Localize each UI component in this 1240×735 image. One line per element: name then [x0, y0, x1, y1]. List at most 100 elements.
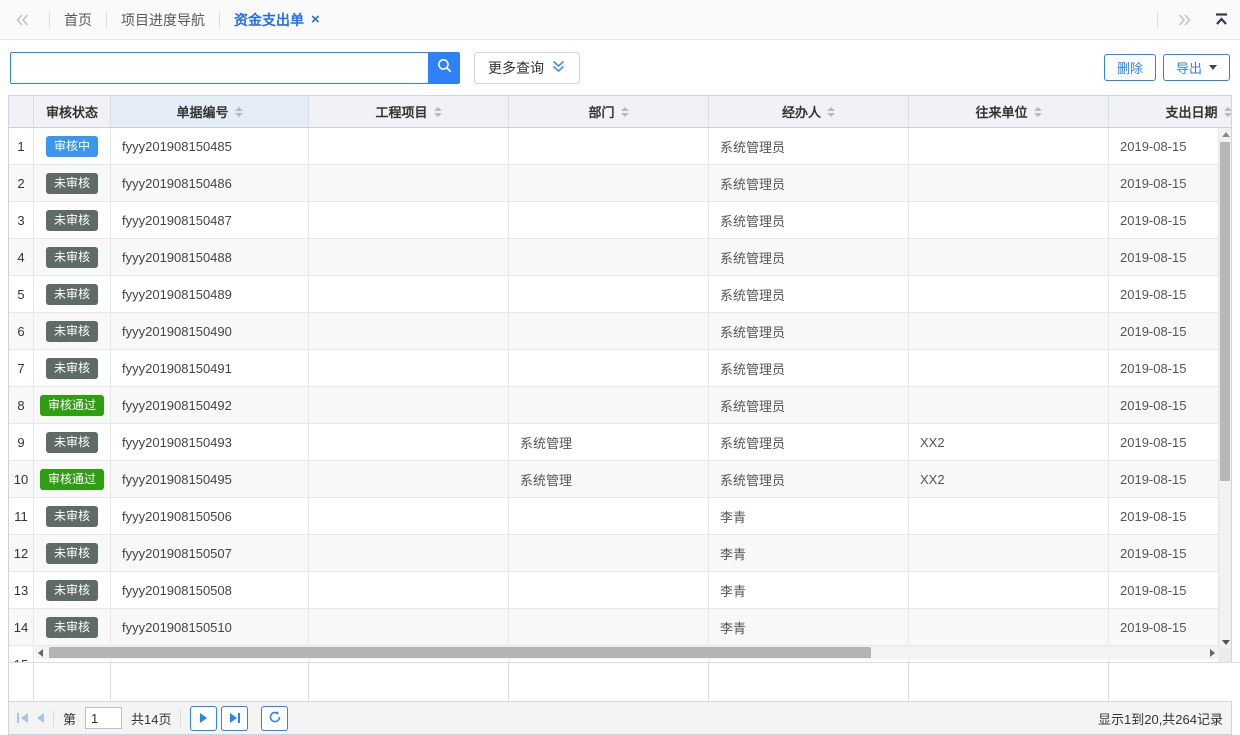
cell-handler: 系统管理员 — [709, 387, 909, 423]
cell-unit — [909, 609, 1109, 645]
table-row[interactable]: 11未审核fyyy201908150506李青2019-08-15 — [9, 498, 1231, 535]
cell-num: 12 — [9, 535, 34, 571]
column-header-unit[interactable]: 往来单位 — [909, 96, 1109, 127]
cell-project — [309, 498, 509, 534]
table-row[interactable]: 6未审核fyyy201908150490系统管理员2019-08-15 — [9, 313, 1231, 350]
footer-cell-unit — [909, 663, 1109, 701]
horizontal-scrollbar[interactable] — [35, 646, 1218, 659]
cell-doc_no: fyyy201908150486 — [111, 165, 309, 201]
vertical-scroll-thumb[interactable] — [1220, 142, 1230, 481]
last-page-button[interactable] — [221, 706, 248, 731]
cell-num: 10 — [9, 461, 34, 497]
status-badge: 未审核 — [46, 580, 98, 601]
table-row[interactable]: 2未审核fyyy201908150486系统管理员2019-08-15 — [9, 165, 1231, 202]
export-button[interactable]: 导出 — [1163, 54, 1230, 81]
table-row[interactable]: 13未审核fyyy201908150508李青2019-08-15 — [9, 572, 1231, 609]
cell-date: 2019-08-15 — [1109, 498, 1231, 534]
status-badge: 未审核 — [46, 247, 98, 268]
table-row[interactable]: 14未审核fyyy201908150510李青2019-08-15 — [9, 609, 1231, 646]
cell-handler: 系统管理员 — [709, 128, 909, 164]
tab-bar: 首页 项目进度导航 资金支出单 × — [0, 0, 1240, 40]
table-row[interactable]: 5未审核fyyy201908150489系统管理员2019-08-15 — [9, 276, 1231, 313]
cell-status: 未审核 — [34, 572, 111, 608]
cell-num: 3 — [9, 202, 34, 238]
cell-project — [309, 387, 509, 423]
status-badge: 未审核 — [46, 358, 98, 379]
table-row[interactable]: 12未审核fyyy201908150507李青2019-08-15 — [9, 535, 1231, 572]
tabs-scroll-left-icon[interactable] — [10, 12, 35, 28]
cell-handler: 系统管理员 — [709, 313, 909, 349]
tab-home[interactable]: 首页 — [64, 10, 92, 30]
cell-status: 未审核 — [34, 609, 111, 645]
cell-date: 2019-08-15 — [1109, 165, 1231, 201]
column-header-label: 单据编号 — [176, 102, 228, 121]
delete-button[interactable]: 删除 — [1104, 54, 1156, 81]
cell-num: 1 — [9, 128, 34, 164]
toolbar: 更多查询 删除 导出 — [0, 40, 1240, 95]
first-page-button[interactable] — [17, 713, 28, 723]
grid-header: 审核状态单据编号工程项目部门经办人往来单位支出日期 — [9, 96, 1231, 128]
table-row[interactable]: 1审核中fyyy201908150485系统管理员2019-08-15 — [9, 128, 1231, 165]
cell-dept — [509, 239, 709, 275]
refresh-button[interactable] — [261, 706, 288, 731]
column-header-dept[interactable]: 部门 — [509, 96, 709, 127]
tab-project-progress-nav[interactable]: 项目进度导航 — [121, 10, 205, 30]
cell-date: 2019-08-15 — [1109, 202, 1231, 238]
cell-project — [309, 239, 509, 275]
table-row[interactable]: 10审核通过fyyy201908150495系统管理系统管理员XX22019-0… — [9, 461, 1231, 498]
cell-date: 2019-08-15 — [1109, 350, 1231, 386]
status-badge: 未审核 — [46, 210, 98, 231]
scroll-up-icon[interactable] — [1222, 132, 1230, 137]
cell-num: 11 — [9, 498, 34, 534]
scroll-right-icon[interactable] — [1210, 649, 1215, 657]
tab-fund-expenditure[interactable]: 资金支出单 × — [234, 10, 320, 30]
next-page-button[interactable] — [190, 706, 217, 731]
cell-unit — [909, 498, 1109, 534]
divider — [49, 12, 50, 28]
sort-icon — [827, 107, 835, 117]
scroll-down-icon[interactable] — [1222, 640, 1230, 645]
status-badge: 未审核 — [46, 506, 98, 527]
column-header-date[interactable]: 支出日期 — [1109, 96, 1231, 127]
sort-icon — [621, 107, 629, 117]
table-row[interactable]: 7未审核fyyy201908150491系统管理员2019-08-15 — [9, 350, 1231, 387]
column-header-num — [9, 96, 34, 127]
cell-dept — [509, 202, 709, 238]
cell-project — [309, 202, 509, 238]
scroll-left-icon[interactable] — [38, 649, 43, 657]
cell-doc_no: fyyy201908150485 — [111, 128, 309, 164]
cell-status: 未审核 — [34, 535, 111, 571]
column-header-label: 经办人 — [782, 102, 821, 121]
cell-date: 2019-08-15 — [1109, 535, 1231, 571]
tabs-scroll-right-icon[interactable] — [1172, 12, 1197, 28]
cell-dept — [509, 609, 709, 645]
column-header-project[interactable]: 工程项目 — [309, 96, 509, 127]
table-row[interactable]: 8审核通过fyyy201908150492系统管理员2019-08-15 — [9, 387, 1231, 424]
search-button[interactable] — [428, 52, 460, 84]
table-row[interactable]: 9未审核fyyy201908150493系统管理系统管理员XX22019-08-… — [9, 424, 1231, 461]
more-query-button[interactable]: 更多查询 — [474, 52, 580, 84]
cell-date: 2019-08-15 — [1109, 239, 1231, 275]
more-query-label: 更多查询 — [488, 58, 544, 78]
page-number-input[interactable] — [85, 707, 122, 729]
cell-status: 未审核 — [34, 313, 111, 349]
collapse-tabbar-icon[interactable] — [1213, 11, 1230, 28]
sort-icon — [434, 107, 442, 117]
column-header-handler[interactable]: 经办人 — [709, 96, 909, 127]
search-input[interactable] — [10, 52, 428, 84]
column-header-doc_no[interactable]: 单据编号 — [111, 96, 309, 127]
tab-close-icon[interactable]: × — [311, 12, 320, 27]
prev-page-button[interactable] — [37, 713, 44, 723]
divider — [219, 12, 220, 28]
vertical-scrollbar[interactable] — [1218, 128, 1231, 649]
cell-date: 2019-08-15 — [1109, 276, 1231, 312]
cell-unit — [909, 276, 1109, 312]
cell-dept — [509, 387, 709, 423]
cell-unit — [909, 535, 1109, 571]
table-row[interactable]: 3未审核fyyy201908150487系统管理员2019-08-15 — [9, 202, 1231, 239]
table-row[interactable]: 4未审核fyyy201908150488系统管理员2019-08-15 — [9, 239, 1231, 276]
cell-handler: 系统管理员 — [709, 350, 909, 386]
horizontal-scroll-thumb[interactable] — [49, 647, 871, 658]
cell-doc_no: fyyy201908150506 — [111, 498, 309, 534]
cell-unit — [909, 165, 1109, 201]
